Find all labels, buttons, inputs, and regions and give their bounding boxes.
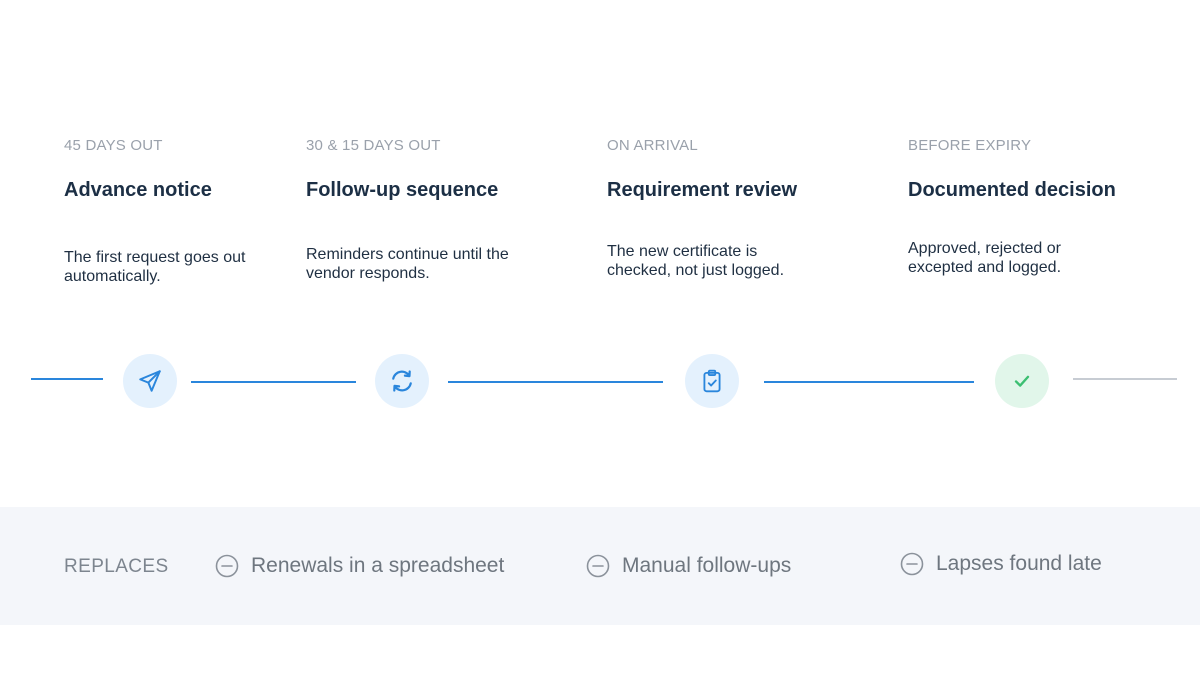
timeline-node-documented-decision xyxy=(995,354,1049,408)
step-eyebrow: 30 & 15 DAYS OUT xyxy=(306,137,441,154)
refresh-icon xyxy=(388,367,416,395)
replaces-item-text: Manual follow-ups xyxy=(622,554,792,577)
step-description: The new certificate is checked, not just… xyxy=(607,243,785,279)
check-icon xyxy=(1011,370,1033,392)
timeline-node-requirement-review xyxy=(685,354,739,408)
replaces-item-lapses-found-late: Lapses found late xyxy=(900,552,1102,576)
timeline-connector xyxy=(764,381,974,383)
minus-circle-icon xyxy=(586,554,610,578)
timeline-connector xyxy=(448,381,663,383)
minus-circle-icon xyxy=(900,552,924,576)
step-description: Reminders continue until the vendor resp… xyxy=(306,246,509,282)
replaces-item-spreadsheet: Renewals in a spreadsheet xyxy=(215,554,504,578)
step-title: Requirement review xyxy=(607,179,798,201)
timeline-node-advance-notice xyxy=(123,354,177,408)
step-description: The first request goes out automatically… xyxy=(64,249,246,285)
timeline-page: 45 DAYS OUT Advance notice The first req… xyxy=(0,0,1200,678)
step-title: Advance notice xyxy=(64,179,212,201)
clipboard-check-icon xyxy=(699,368,725,394)
replaces-item-manual-follow-ups: Manual follow-ups xyxy=(586,554,791,578)
replaces-label: REPLACES xyxy=(64,556,169,577)
timeline-connector xyxy=(31,378,103,380)
replaces-item-text: Lapses found late xyxy=(936,552,1102,575)
timeline-connector-pending xyxy=(1073,378,1177,380)
step-eyebrow: ON ARRIVAL xyxy=(607,137,698,154)
minus-circle-icon xyxy=(215,554,239,578)
step-eyebrow: 45 DAYS OUT xyxy=(64,137,163,154)
step-title: Follow-up sequence xyxy=(306,179,499,201)
paper-plane-icon xyxy=(137,368,163,394)
step-eyebrow: BEFORE EXPIRY xyxy=(908,137,1032,154)
step-description: Approved, rejected or excepted and logge… xyxy=(908,240,1062,276)
timeline-node-follow-up xyxy=(375,354,429,408)
replaces-item-text: Renewals in a spreadsheet xyxy=(251,554,505,577)
timeline-connector xyxy=(191,381,356,383)
step-title: Documented decision xyxy=(908,179,1116,201)
